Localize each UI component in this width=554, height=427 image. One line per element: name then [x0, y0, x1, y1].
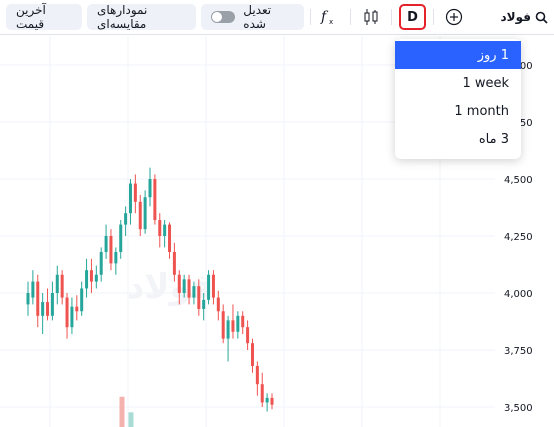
adjusted-label: تعدیل شده — [243, 3, 272, 31]
symbol-search[interactable]: فولاد — [501, 4, 548, 30]
candle-body — [153, 179, 157, 221]
candle-body — [182, 279, 186, 293]
adjusted-toggle-switch[interactable] — [211, 11, 236, 23]
candle-body — [246, 327, 250, 344]
candle-body — [99, 251, 103, 275]
interval-option-label: 1 week — [462, 75, 509, 91]
candle-body — [114, 251, 118, 264]
candle-body — [119, 224, 123, 252]
candle-body — [80, 288, 84, 312]
svg-text:f: f — [320, 9, 329, 25]
toolbar-divider — [433, 9, 434, 25]
candle-body — [250, 343, 254, 366]
adjusted-toggle-button[interactable]: تعدیل شده — [201, 3, 304, 31]
price-tick-label: 4,000 — [504, 289, 533, 300]
candle-body — [226, 320, 230, 339]
candle-body — [202, 299, 206, 309]
compare-charts-button[interactable]: نمودارهای مقایسه‌ای — [87, 3, 196, 31]
chart-type-button[interactable] — [359, 4, 383, 30]
candle-body — [36, 281, 40, 316]
candle-body — [55, 274, 59, 293]
candle-body — [158, 220, 162, 236]
compare-charts-label: نمودارهای مقایسه‌ای — [97, 3, 148, 31]
candle-body — [197, 286, 201, 309]
candle-body — [94, 274, 98, 282]
candlesticks — [26, 167, 274, 412]
interval-option-1-month[interactable]: 1 month — [395, 97, 521, 125]
candle-body — [70, 306, 74, 328]
toolbar-divider — [310, 9, 311, 25]
volume-bar — [119, 396, 125, 427]
candle-body — [46, 302, 50, 316]
candle-body — [260, 384, 264, 403]
candle-body — [265, 397, 269, 403]
last-price-label: آخرین قیمت — [16, 3, 46, 31]
candle-body — [31, 281, 35, 298]
svg-text:x: x — [329, 18, 333, 26]
indicators-button[interactable]: f x — [316, 4, 340, 30]
add-symbol-button[interactable] — [442, 4, 466, 30]
candle-body — [65, 297, 69, 328]
interval-option-3-months[interactable]: 3 ماه — [395, 125, 521, 153]
candle-body — [221, 311, 225, 339]
interval-option-label: 1 month — [454, 103, 509, 119]
candle-body — [168, 224, 172, 252]
candle-body — [187, 279, 191, 298]
candle-body — [41, 302, 45, 316]
function-fx-icon: f x — [320, 9, 333, 26]
candle-body — [207, 274, 211, 300]
candle-body — [109, 236, 113, 264]
candle-body — [177, 274, 181, 293]
candlestick-icon — [364, 9, 378, 25]
candle-body — [236, 315, 240, 332]
candle-body — [241, 315, 245, 328]
candle-body — [163, 224, 167, 236]
candle-body — [216, 297, 220, 312]
candle-body — [128, 183, 132, 214]
interval-button[interactable]: D — [399, 4, 426, 30]
candle-body — [26, 293, 30, 305]
candle-body — [255, 365, 259, 385]
candle-body — [148, 179, 152, 198]
candle-body — [143, 197, 147, 230]
candle-body — [192, 286, 196, 298]
last-price-button[interactable]: آخرین قیمت — [6, 3, 82, 31]
candle-body — [104, 236, 108, 252]
price-tick-label: 4,500 — [504, 175, 533, 186]
candle-body — [124, 213, 128, 225]
interval-dropdown: 1 روز 1 week 1 month 3 ماه — [395, 39, 521, 159]
candle-body — [231, 320, 235, 332]
interval-option-label: 3 ماه — [478, 131, 509, 147]
plus-circle-icon — [445, 8, 463, 26]
chart-toolbar: آخرین قیمت نمودارهای مقایسه‌ای تعدیل شده… — [0, 0, 554, 35]
candle-body — [133, 183, 137, 202]
toolbar-divider — [391, 9, 392, 25]
volume-bar — [128, 412, 134, 427]
price-tick-label: 4,250 — [504, 232, 533, 243]
candle-body — [138, 201, 142, 230]
symbol-name: فولاد — [500, 10, 531, 24]
interval-option-1-day[interactable]: 1 روز — [395, 41, 521, 69]
toolbar-divider — [350, 9, 351, 25]
interval-option-label: 1 روز — [477, 47, 509, 63]
price-tick-label: 3,750 — [504, 346, 533, 357]
volume-bars — [119, 396, 134, 427]
candle-body — [270, 397, 274, 405]
interval-option-1-week[interactable]: 1 week — [395, 69, 521, 97]
interval-value: D — [407, 9, 418, 25]
candle-body — [85, 270, 89, 289]
price-tick-label: 3,500 — [504, 403, 533, 414]
candle-body — [211, 274, 215, 298]
candle-body — [89, 270, 93, 282]
candle-body — [50, 293, 54, 316]
candle-body — [60, 274, 64, 298]
candle-body — [172, 251, 176, 275]
candle-body — [75, 306, 79, 312]
search-icon — [535, 11, 548, 24]
